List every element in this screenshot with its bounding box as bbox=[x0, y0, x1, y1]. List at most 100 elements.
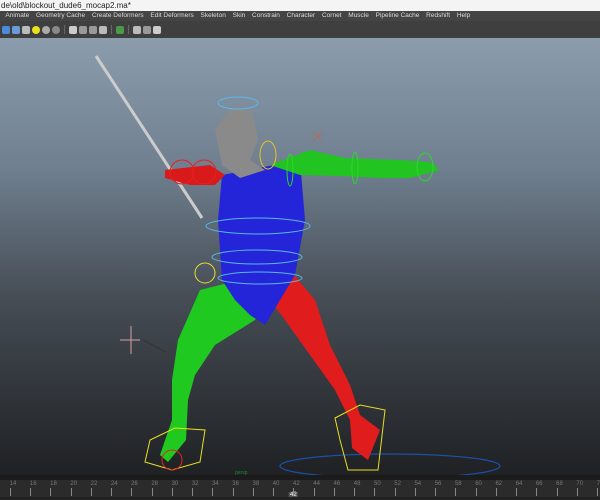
toolbar-separator bbox=[64, 25, 65, 34]
timeline-tick bbox=[313, 488, 315, 496]
timeline-tick-label: 26 bbox=[131, 481, 138, 487]
timeline-tick-label: 68 bbox=[556, 481, 563, 487]
light-icon[interactable] bbox=[32, 25, 40, 34]
timeline-tick bbox=[293, 488, 295, 496]
timeline-tick-label: 28 bbox=[151, 481, 159, 487]
timeline-tick-label: 44 bbox=[313, 481, 320, 487]
checker-icon[interactable] bbox=[22, 25, 30, 34]
timeline-tick bbox=[232, 488, 234, 496]
timeline-tick-label: 62 bbox=[495, 481, 503, 487]
xray-icon[interactable] bbox=[79, 25, 87, 34]
timeline-tick bbox=[394, 488, 396, 496]
timeline-tick bbox=[212, 488, 214, 496]
timeline-tick bbox=[131, 488, 133, 496]
staff-prop[interactable] bbox=[94, 55, 204, 219]
character-rig bbox=[94, 55, 501, 475]
timeline-tick bbox=[576, 488, 578, 496]
timeline-tick bbox=[516, 488, 518, 496]
timeline-tick-label: 70 bbox=[576, 481, 584, 487]
timeline-tick-label: 30 bbox=[171, 481, 179, 487]
timeline-tick-label: 54 bbox=[414, 481, 422, 487]
timeline-tick bbox=[374, 488, 376, 496]
menu-redshift[interactable]: Redshift bbox=[423, 11, 454, 21]
timeline-tick-label: 24 bbox=[110, 481, 118, 487]
timeline-tick-label: 38 bbox=[252, 481, 260, 487]
timeline-tick bbox=[354, 488, 356, 496]
timeline-tick bbox=[151, 488, 153, 496]
timeline-tick bbox=[556, 488, 558, 496]
timeline-tick-label: 60 bbox=[475, 481, 482, 487]
timeline-tick-label: 32 bbox=[191, 481, 199, 487]
timeline-tick-label: 20 bbox=[70, 481, 78, 487]
menu-pipeline-cache[interactable]: Pipeline Cache bbox=[372, 11, 423, 21]
pole-vector-control[interactable] bbox=[120, 326, 167, 354]
timeline-tick-label: 46 bbox=[333, 481, 341, 487]
xray-joints-icon[interactable] bbox=[89, 25, 97, 34]
timeline-tick bbox=[495, 488, 497, 496]
timeline-tick-label: 36 bbox=[232, 481, 239, 487]
timeline-tick-label: 22 bbox=[90, 481, 98, 487]
timeline-tick bbox=[536, 488, 538, 496]
shoulder-control[interactable] bbox=[259, 140, 277, 170]
viewport-3d[interactable]: persp bbox=[0, 38, 600, 475]
resolution-gate-icon[interactable] bbox=[143, 25, 151, 34]
timeline-tick bbox=[192, 488, 194, 496]
menu-cornet[interactable]: Cornet bbox=[319, 11, 345, 21]
menu-skeleton[interactable]: Skeleton bbox=[197, 11, 229, 21]
timeline-tick bbox=[333, 488, 335, 496]
timeline-tick bbox=[111, 488, 113, 496]
menu-muscle[interactable]: Muscle bbox=[345, 11, 372, 21]
isolate-icon[interactable] bbox=[69, 25, 77, 34]
timeline-tick bbox=[597, 488, 598, 496]
sphere-icon[interactable] bbox=[42, 25, 50, 34]
timeline-tick-label: 56 bbox=[434, 481, 442, 487]
share-icon[interactable] bbox=[153, 25, 161, 34]
menu-geometry-cache[interactable]: Geometry Cache bbox=[33, 11, 89, 21]
timeline-tick-label: 16 bbox=[29, 481, 37, 487]
window-title: de\old\blockout_dude6_mocap2.ma* bbox=[0, 0, 600, 11]
timeline-tick-label: 58 bbox=[454, 481, 462, 487]
timeline-tick-label: 42 bbox=[293, 481, 300, 487]
root-control[interactable] bbox=[279, 453, 501, 475]
timeline-tick-label: 14 bbox=[9, 481, 17, 487]
wireframe-shaded-icon[interactable] bbox=[2, 25, 10, 34]
timeline-tick bbox=[10, 488, 11, 496]
toolbar-separator bbox=[128, 25, 129, 34]
menu-constrain[interactable]: Constrain bbox=[249, 11, 284, 21]
timeline-tick-label: 52 bbox=[394, 481, 401, 487]
menu-skin[interactable]: Skin bbox=[229, 11, 248, 21]
cog-control[interactable] bbox=[194, 262, 216, 284]
timeline-tick bbox=[414, 488, 416, 496]
timeline-tick bbox=[50, 488, 52, 496]
viewport-toolbar bbox=[0, 21, 600, 38]
head-mesh[interactable] bbox=[215, 108, 265, 178]
timeline-tick bbox=[252, 488, 254, 496]
timeline-tick bbox=[30, 488, 32, 496]
sphere-dark-icon[interactable] bbox=[52, 25, 60, 34]
timeline-tick bbox=[70, 488, 72, 496]
grid-icon[interactable] bbox=[133, 25, 141, 34]
right-leg-mesh[interactable] bbox=[270, 270, 380, 460]
timeline-tick bbox=[435, 488, 437, 496]
locator-icon bbox=[312, 131, 323, 142]
select-camera-icon[interactable] bbox=[116, 25, 124, 34]
smooth-shade-icon[interactable] bbox=[12, 25, 20, 34]
menu-bar: Animate Geometry Cache Create Deformers Edi… bbox=[0, 11, 600, 21]
timeline-tick-label: 18 bbox=[50, 481, 57, 487]
time-slider[interactable]: 42 1416182022242628303234363840424446485… bbox=[0, 475, 600, 500]
menu-edit-deformers[interactable]: Edit Deformers bbox=[147, 11, 197, 21]
timeline-tick bbox=[90, 488, 92, 496]
menu-character[interactable]: Character bbox=[283, 11, 318, 21]
timeline-tick bbox=[273, 488, 275, 496]
timeline-tick-label: 40 bbox=[272, 481, 280, 487]
backface-icon[interactable] bbox=[99, 25, 107, 34]
menu-help[interactable]: Help bbox=[453, 11, 473, 21]
head-control[interactable] bbox=[217, 96, 259, 110]
timeline-tick bbox=[171, 488, 173, 496]
timeline-tick-label: 66 bbox=[535, 481, 543, 487]
timeline-tick bbox=[475, 488, 477, 496]
menu-create-deformers[interactable]: Create Deformers bbox=[89, 11, 147, 21]
menu-animate[interactable]: Animate bbox=[2, 11, 33, 21]
timeline-tick-label: 34 bbox=[212, 481, 219, 487]
timeline-tick-label: 72 bbox=[596, 481, 600, 487]
